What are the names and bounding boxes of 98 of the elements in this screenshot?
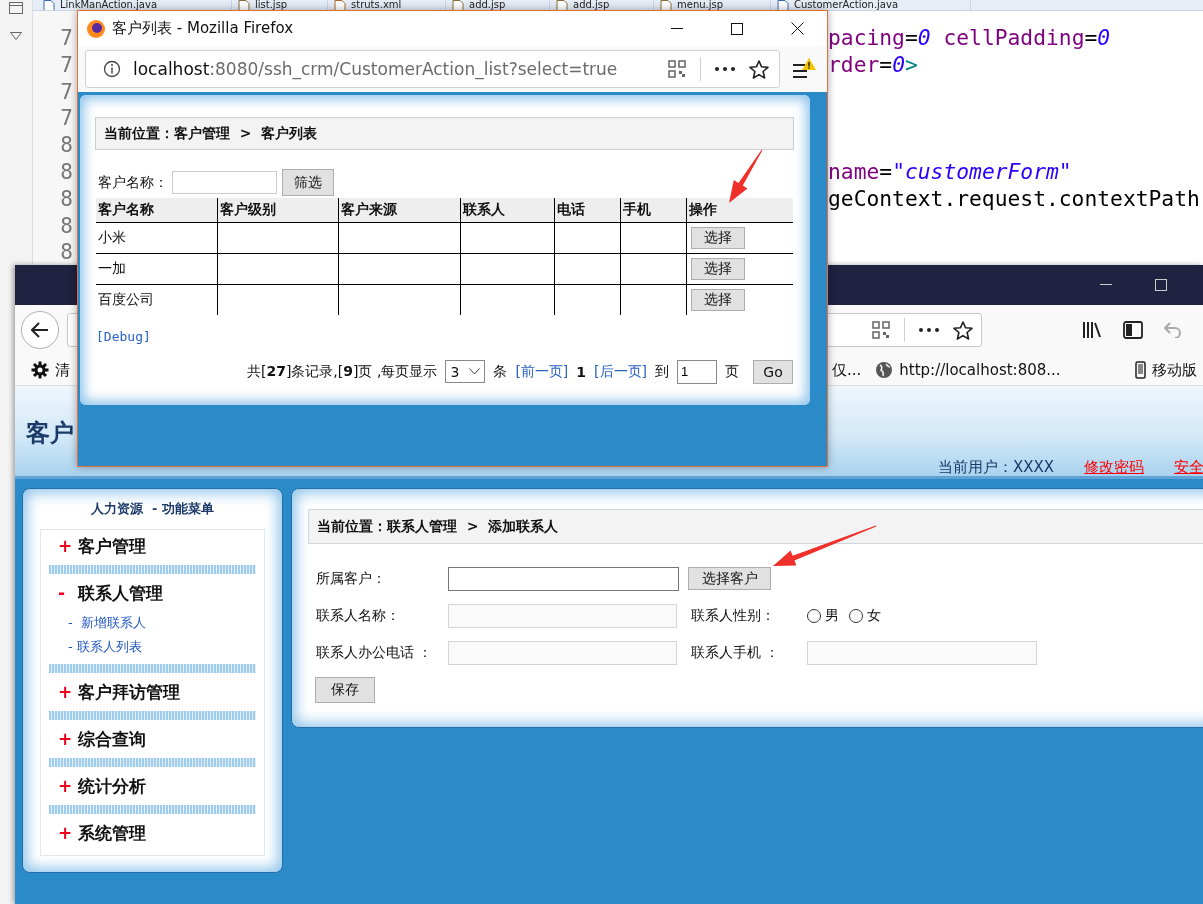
minimize-icon xyxy=(1099,284,1112,286)
select-button[interactable]: 选择 xyxy=(690,257,745,280)
bookmark[interactable]: http://localhost:808... xyxy=(875,361,1061,379)
filter-label: 客户名称： xyxy=(98,173,168,192)
gender-radio[interactable]: 男 xyxy=(807,606,839,625)
chevron-down-icon xyxy=(469,368,481,375)
line-number: 8 xyxy=(59,159,74,186)
field-label: 所属客户： xyxy=(315,569,387,588)
table-header-cell: 客户来源 xyxy=(338,198,460,222)
previous-page-link[interactable]: [前一页] xyxy=(515,362,569,381)
info-icon[interactable] xyxy=(103,60,121,78)
dropdown-triangle-icon[interactable] xyxy=(10,32,22,40)
more-icon[interactable] xyxy=(919,328,939,332)
select-customer-button[interactable]: 选择客户 xyxy=(688,567,771,590)
field-label: 联系人手机 ： xyxy=(691,643,781,662)
gender-radio[interactable]: 女 xyxy=(849,606,881,625)
customer-name-input-field[interactable] xyxy=(172,171,277,194)
table-cell: 百度公司 xyxy=(96,284,217,315)
line-number: 8 xyxy=(59,132,74,159)
bookmark[interactable]: 仅... xyxy=(832,360,862,380)
line-number: 8 xyxy=(59,239,74,267)
line-number: 8 xyxy=(59,185,74,213)
qr-code-icon[interactable] xyxy=(872,321,890,339)
page-input-field[interactable]: 1 xyxy=(677,359,717,384)
table-header-cell: 手机 xyxy=(620,198,686,222)
current-user-text: 当前用户：XXXX xyxy=(938,458,1055,477)
code-line: name="customerForm" xyxy=(828,159,1072,184)
select-button[interactable]: 选择 xyxy=(690,288,745,311)
sidebar-icon[interactable] xyxy=(1123,321,1143,339)
code-line: geContext.request.contextPath xyxy=(828,185,1200,211)
field-label: 联系人名称： xyxy=(315,606,401,625)
menu-group[interactable]: + 客户管理 xyxy=(49,532,256,560)
back-arrow-icon xyxy=(31,322,49,338)
maximize-icon xyxy=(731,22,743,35)
address-field[interactable]: localhost:8080/ssh_crm/CustomerAction_list?select=true xyxy=(85,50,780,88)
submenu-link[interactable]: - 联系人列表 xyxy=(49,635,256,659)
url-text: localhost:8080/ssh_crm/CustomerAction_list?select=true xyxy=(133,59,619,79)
bookmark[interactable]: 清 xyxy=(31,360,70,380)
line-number: 8 xyxy=(59,212,74,240)
bookmark[interactable]: 移动版 xyxy=(1134,360,1197,380)
table-header-cell: 联系人 xyxy=(460,198,554,222)
next-page-link[interactable]: [后一页] xyxy=(594,362,647,381)
record-summary: 共[27]条记录,[9]页 ,每页显示 xyxy=(246,362,438,381)
save-button[interactable]: 保存 xyxy=(315,677,375,703)
globe-icon xyxy=(875,361,894,379)
page-label: 页 xyxy=(725,362,739,381)
go-button[interactable]: Go xyxy=(753,359,793,384)
menu-group[interactable]: - 联系人管理 xyxy=(49,579,256,607)
phone-input-field[interactable] xyxy=(448,640,677,665)
annotation-arrow xyxy=(729,149,763,203)
minimize-icon xyxy=(671,27,683,30)
field-label: 联系人性别： xyxy=(691,606,776,625)
app-icon xyxy=(86,18,106,39)
menu-group[interactable]: + 系统管理 xyxy=(49,819,256,847)
filter-button[interactable]: 筛选 xyxy=(282,169,334,196)
line-number: 7 xyxy=(59,25,74,52)
back-button[interactable] xyxy=(21,311,59,349)
phone-icon xyxy=(1134,361,1146,379)
table-header-cell: 客户名称 xyxy=(96,198,217,222)
line-number: 7 xyxy=(59,78,74,106)
menu-warning-icon[interactable] xyxy=(791,57,817,81)
name-input-field[interactable] xyxy=(448,603,677,628)
page-title: 客户 xyxy=(25,418,74,449)
close-icon xyxy=(790,22,804,35)
menu-group[interactable]: + 综合查询 xyxy=(49,725,256,753)
star-icon[interactable] xyxy=(749,59,769,79)
goto-label: 到 xyxy=(655,362,669,381)
library-icon[interactable] xyxy=(1082,321,1102,339)
breadcrumb: 当前位置：客户管理 > 客户列表 xyxy=(95,117,794,150)
customer-input-field[interactable] xyxy=(448,566,679,591)
table-header-cell: 电话 xyxy=(554,198,620,222)
line-number: 7 xyxy=(59,105,74,133)
current-page: 1 xyxy=(576,363,587,380)
breadcrumb: 当前位置：联系人管理 > 添加联系人 xyxy=(308,509,1203,544)
code-line: pacing=0 cellPadding=0 xyxy=(828,25,1111,50)
submenu-link[interactable]: - 新增联系人 xyxy=(49,611,256,635)
menu-group[interactable]: + 客户拜访管理 xyxy=(49,678,256,706)
table-cell: 小米 xyxy=(96,222,217,253)
unit-label: 条 xyxy=(493,362,508,381)
table-header-cell: 操作 xyxy=(686,198,793,222)
mobile-input-field[interactable] xyxy=(807,640,1037,665)
menu-group[interactable]: + 统计分析 xyxy=(49,772,256,800)
window-icon[interactable] xyxy=(9,2,23,14)
debug-link[interactable]: [Debug] xyxy=(95,328,151,344)
star-icon[interactable] xyxy=(953,320,973,340)
line-number: 7 xyxy=(59,51,74,79)
page-size-dropdown[interactable]: 3 xyxy=(445,360,486,383)
gear-icon xyxy=(31,361,49,379)
window-title: 客户列表 - Mozilla Firefox xyxy=(112,19,295,38)
code-line: rder=0> xyxy=(828,51,918,77)
more-icon[interactable] xyxy=(715,67,735,71)
table-header-cell: 客户级别 xyxy=(217,198,338,222)
maximize-icon xyxy=(1154,279,1167,291)
select-button[interactable]: 选择 xyxy=(690,226,745,249)
table-cell: 一加 xyxy=(96,253,217,284)
qr-code-icon[interactable] xyxy=(668,60,686,78)
menu-title: 人力资源 - 功能菜单 xyxy=(90,500,215,518)
field-label: 联系人办公电话 ： xyxy=(315,643,434,662)
